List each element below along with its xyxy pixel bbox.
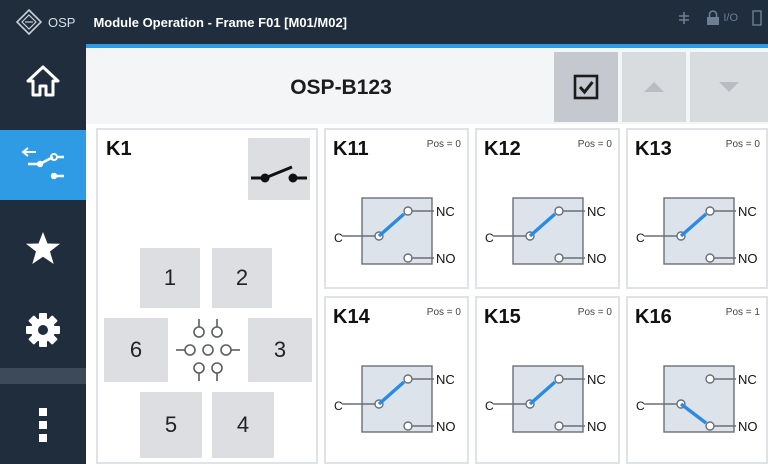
- relay-switch-diagram: C NC NO: [636, 365, 758, 434]
- position-button-3[interactable]: 3: [248, 318, 312, 382]
- sidebar: [0, 44, 86, 464]
- relay-name: K13: [635, 138, 672, 160]
- io-status: I/O: [723, 12, 738, 24]
- sidebar-divider: [0, 368, 86, 384]
- position-button-6[interactable]: 6: [104, 318, 168, 382]
- relay-name: K14: [333, 306, 370, 328]
- common-label: C: [636, 399, 645, 413]
- position-label: 2: [235, 265, 249, 290]
- rohde-schwarz-logo-icon: [16, 9, 42, 35]
- relay-position: Pos = 0: [426, 139, 461, 150]
- switch-icon: [21, 147, 64, 180]
- nc-label: NC: [738, 372, 757, 387]
- k1-label: K1: [106, 138, 132, 160]
- relay-panel-k15[interactable]: K15 Pos = 0 C NC NO: [475, 296, 620, 464]
- position-label: 4: [236, 412, 250, 437]
- relay-switch-diagram: C NC NO: [636, 197, 758, 266]
- sidebar-item-favorites[interactable]: [0, 210, 86, 286]
- nc-label: NC: [738, 204, 757, 219]
- position-label: 1: [163, 265, 177, 290]
- module-name: OSP-B123: [290, 76, 392, 99]
- lock-icon: [707, 10, 720, 25]
- more-vertical-icon: [39, 408, 47, 442]
- no-label: NO: [738, 251, 758, 266]
- position-label: 6: [129, 337, 143, 362]
- common-label: C: [485, 399, 494, 413]
- relay-panel-k13[interactable]: K13 Pos = 0 C NC NO: [626, 128, 768, 289]
- relay-position: Pos = 0: [725, 139, 760, 150]
- common-label: C: [334, 231, 343, 245]
- relay-name: K15: [484, 306, 521, 328]
- select-all-button[interactable]: [554, 52, 618, 122]
- title-status-area: I/O: [676, 10, 762, 26]
- position-label: 5: [164, 412, 178, 437]
- relay-position: Pos = 0: [577, 139, 612, 150]
- k1-panel: K1 1 2 3 4 5 6: [96, 128, 318, 464]
- home-icon: [26, 65, 60, 97]
- nc-label: NC: [587, 372, 606, 387]
- module-header: OSP-B123: [86, 48, 768, 124]
- rotary-switch-diagram: [176, 319, 240, 381]
- no-label: NO: [587, 419, 607, 434]
- common-label: C: [636, 231, 645, 245]
- common-label: C: [485, 231, 494, 245]
- sidebar-item-settings[interactable]: [0, 294, 86, 366]
- position-label: 3: [273, 337, 287, 362]
- arrow-up-icon: [644, 82, 664, 92]
- relay-name: K12: [484, 138, 521, 160]
- sidebar-item-switch[interactable]: [0, 130, 86, 200]
- k1-switch-button[interactable]: [248, 138, 310, 200]
- relay-panel-k11[interactable]: K11 Pos = 0 C NC NO: [324, 128, 469, 289]
- no-label: NO: [436, 251, 456, 266]
- position-button-4[interactable]: 4: [212, 392, 274, 458]
- relay-name: K16: [635, 306, 672, 328]
- relay-switch-diagram: C NC NO: [485, 365, 607, 434]
- move-down-button[interactable]: [690, 52, 768, 122]
- relay-switch-diagram: C NC NO: [334, 197, 456, 266]
- arrow-down-icon: [719, 82, 739, 92]
- network-icon: [679, 12, 690, 24]
- position-button-5[interactable]: 5: [140, 392, 202, 458]
- relay-switch-diagram: C NC NO: [334, 365, 456, 434]
- relay-panel-k12[interactable]: K12 Pos = 0 C NC NO: [475, 128, 620, 289]
- sidebar-item-more[interactable]: [0, 386, 86, 464]
- no-label: NO: [738, 419, 758, 434]
- nc-label: NC: [587, 204, 606, 219]
- relay-panel-k16[interactable]: K16 Pos = 1 C NC NO: [626, 296, 768, 464]
- star-icon: [26, 232, 60, 264]
- relay-panel-k14[interactable]: K14 Pos = 0 C NC NO: [324, 296, 469, 464]
- common-label: C: [334, 399, 343, 413]
- sidebar-item-home[interactable]: [0, 44, 86, 118]
- no-label: NO: [436, 419, 456, 434]
- relay-name: K11: [333, 138, 369, 160]
- relay-switch-diagram: C NC NO: [485, 197, 607, 266]
- checkbox-icon: [573, 74, 599, 100]
- window-title: Module Operation - Frame F01 [M01/M02]: [93, 14, 348, 30]
- no-label: NO: [587, 251, 607, 266]
- relay-position: Pos = 0: [577, 307, 612, 318]
- title-bar: OSP Module Operation - Frame F01 [M01/M0…: [0, 0, 768, 44]
- relay-position: Pos = 1: [725, 307, 760, 318]
- nc-label: NC: [436, 204, 455, 219]
- move-up-button[interactable]: [622, 52, 686, 122]
- gear-icon: [26, 313, 60, 347]
- switch-open-icon: [251, 165, 307, 183]
- app-name: OSP: [48, 14, 76, 30]
- position-button-1[interactable]: 1: [140, 248, 200, 308]
- window-icon: [752, 10, 762, 26]
- position-button-2[interactable]: 2: [212, 248, 272, 308]
- nc-label: NC: [436, 372, 455, 387]
- relay-position: Pos = 0: [426, 307, 461, 318]
